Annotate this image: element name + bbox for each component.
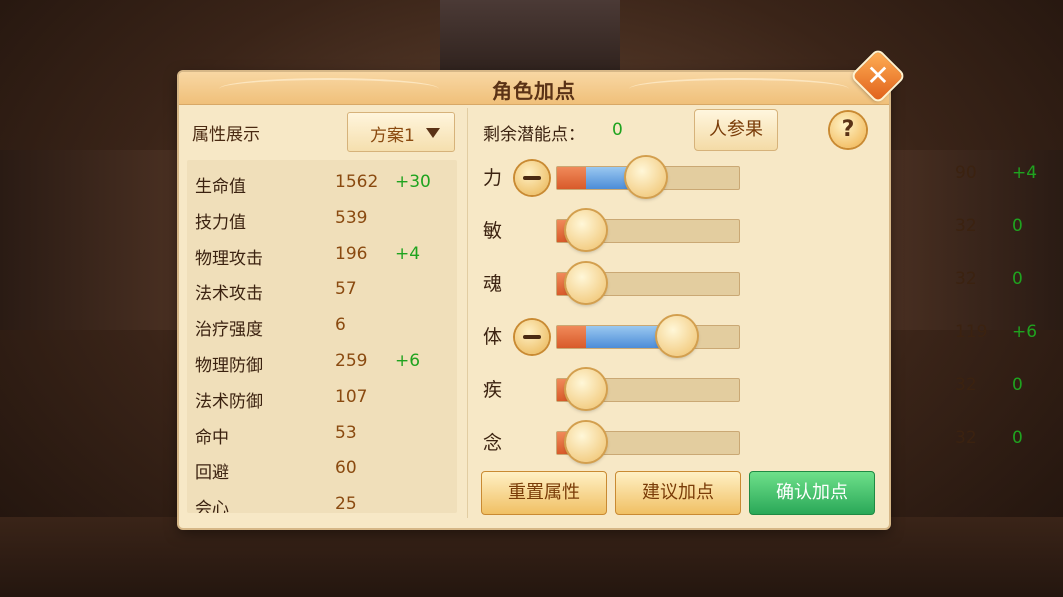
remaining-points-value: 0	[612, 120, 623, 140]
close-button[interactable]: ✕	[852, 50, 904, 102]
attribute-value: 539	[335, 207, 368, 228]
attribute-row: 治疗强度 6	[187, 309, 457, 345]
dialog-titlebar: 角色加点	[179, 72, 889, 105]
attribute-bonus: +6	[395, 351, 421, 371]
stat-label: 魂	[483, 273, 503, 295]
stat-label: 疾	[483, 379, 503, 401]
attribute-value: 107	[335, 386, 368, 407]
attribute-row: 法术防御 107	[187, 381, 457, 417]
background-floor	[0, 517, 1063, 597]
stat-value: 32	[955, 428, 977, 448]
attribute-name: 回避	[195, 463, 229, 484]
attribute-name: 技力值	[195, 212, 246, 233]
stat-row: 力 90 +4	[479, 150, 1037, 200]
confirm-points-button[interactable]: 确认加点	[749, 471, 875, 515]
stat-slider-knob[interactable]	[566, 422, 606, 462]
attribute-row: 回避 60	[187, 452, 457, 488]
stat-bonus: +4	[1012, 163, 1038, 183]
help-icon[interactable]: ?	[830, 112, 866, 148]
remaining-points-label: 剩余潜能点：	[483, 125, 585, 145]
stat-label: 念	[483, 432, 503, 454]
attribute-row: 物理防御 259 +6	[187, 345, 457, 381]
stat-row: 念 32 0	[479, 415, 1023, 465]
stat-slider-track[interactable]	[556, 422, 740, 462]
attribute-row: 命中 53	[187, 417, 457, 453]
stat-row: 疾 32 0	[479, 362, 1023, 412]
attribute-value: 1562	[335, 172, 379, 192]
stat-value: 90	[955, 163, 977, 183]
stat-slider-base-fill	[557, 167, 586, 189]
attribute-name: 物理防御	[195, 356, 263, 376]
stat-slider-track[interactable]	[556, 369, 740, 409]
stat-label: 力	[483, 167, 503, 189]
stat-slider-knob[interactable]	[566, 369, 606, 409]
stat-bonus: 0	[1012, 428, 1023, 448]
stat-value: 119	[955, 322, 988, 342]
stat-label: 敏	[483, 220, 503, 242]
ginseng-fruit-button[interactable]: 人参果	[694, 109, 778, 151]
attribute-name: 法术攻击	[195, 284, 263, 305]
chevron-down-icon	[426, 128, 440, 138]
attribute-name: 物理攻击	[195, 248, 263, 269]
attribute-value: 57	[335, 279, 357, 300]
stat-slider-track[interactable]	[556, 157, 740, 197]
close-icon: ✕	[866, 59, 890, 92]
attribute-name: 命中	[195, 427, 229, 448]
stat-row: 敏 32 0	[479, 203, 1023, 253]
stat-bonus: 0	[1012, 216, 1023, 236]
attribute-row: 技力值 539	[187, 202, 457, 238]
stat-slider-knob[interactable]	[566, 210, 606, 250]
attribute-row: 生命值 1562 +30	[187, 166, 457, 202]
attribute-value: 196	[335, 243, 368, 264]
attribute-bonus: +4	[395, 243, 421, 264]
minus-icon[interactable]	[515, 320, 549, 354]
attribute-value: 6	[335, 315, 346, 336]
dialog-title: 角色加点	[492, 79, 576, 103]
attribute-row: 法术攻击 57	[187, 273, 457, 309]
stat-bonus: +6	[1012, 322, 1038, 342]
reset-attributes-button[interactable]: 重置属性	[481, 471, 607, 515]
scheme-dropdown[interactable]: 方案1	[347, 112, 455, 152]
stat-slider-track[interactable]	[556, 316, 740, 356]
suggest-points-button[interactable]: 建议加点	[615, 471, 741, 515]
attribute-display-label: 属性展示	[192, 125, 260, 145]
stat-row: 体 119 +6	[479, 309, 1037, 359]
stat-slider-knob[interactable]	[566, 263, 606, 303]
attribute-row: 会心 25	[187, 488, 457, 513]
attribute-name: 治疗强度	[195, 320, 263, 341]
stat-slider-knob[interactable]	[626, 157, 666, 197]
attribute-value: 60	[335, 458, 357, 479]
attribute-value: 53	[335, 422, 357, 443]
stat-bonus: 0	[1012, 269, 1023, 289]
stat-label: 体	[483, 326, 503, 348]
attribute-value: 25	[335, 494, 357, 513]
attribute-row: 物理攻击 196 +4	[187, 238, 457, 274]
attribute-points-dialog: 角色加点 属性展示 方案1 生命值 1562 +30 技力值 539 物理攻击 196 +4 法…	[179, 72, 1037, 528]
attribute-list: 生命值 1562 +30 技力值 539 物理攻击 196 +4 法术攻击 57 治疗强度 6 物理防御…	[187, 160, 457, 513]
attribute-name: 法术防御	[195, 391, 263, 412]
scheme-selected-value: 方案1	[370, 126, 415, 146]
stat-row: 魂 32 0	[479, 256, 1023, 306]
stat-value: 32	[955, 269, 977, 289]
background-left-structure	[0, 150, 180, 330]
attribute-name: 生命值	[195, 177, 246, 197]
attribute-name: 会心	[195, 499, 229, 513]
stat-bonus: 0	[1012, 375, 1023, 395]
stat-slider-track[interactable]	[556, 263, 740, 303]
stat-value: 32	[955, 216, 977, 236]
attribute-bonus: +30	[395, 172, 431, 192]
stat-slider-knob[interactable]	[657, 316, 697, 356]
panel-divider	[467, 108, 468, 518]
stat-slider-track[interactable]	[556, 210, 740, 250]
background-tower	[440, 0, 620, 83]
attribute-value: 259	[335, 351, 368, 371]
stat-slider-base-fill	[557, 326, 586, 348]
stat-value: 32	[955, 375, 977, 395]
minus-icon[interactable]	[515, 161, 549, 195]
